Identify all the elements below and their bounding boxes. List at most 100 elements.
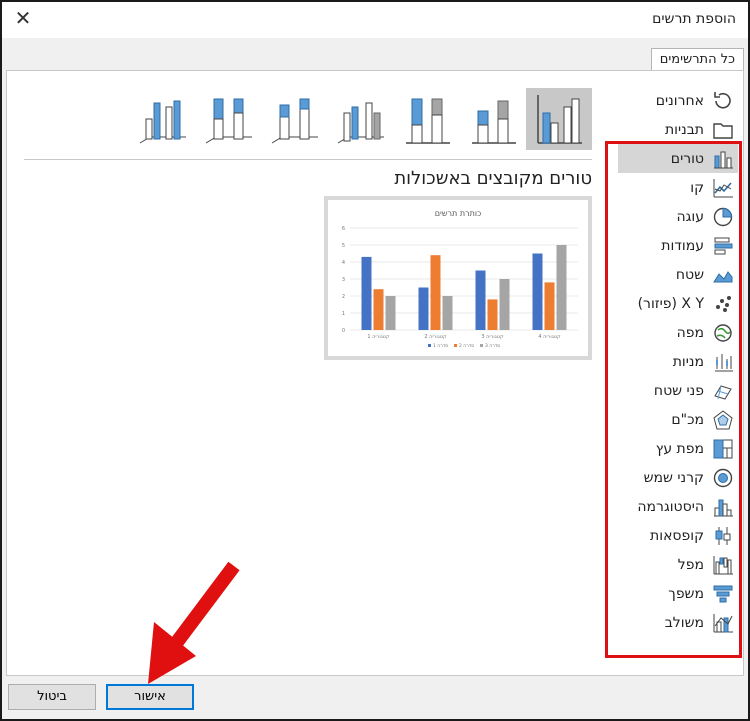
box-whisker-icon	[712, 525, 734, 547]
x-tick-label: קטגוריה 1	[367, 334, 390, 340]
close-icon[interactable]: ✕	[12, 7, 34, 29]
category-item[interactable]: משולב	[618, 608, 738, 637]
legend-label: סדרה 3	[485, 343, 500, 349]
category-item[interactable]: טורים	[618, 144, 738, 173]
category-label: מפת עץ	[655, 440, 704, 457]
preview-bar	[385, 296, 396, 330]
legend-swatch	[454, 344, 457, 347]
x-tick-label: קטגוריה 2	[424, 334, 447, 340]
percent-stacked-column-icon	[406, 98, 450, 144]
preview-bar	[442, 296, 453, 330]
subtype-stacked-column[interactable]	[460, 88, 526, 150]
category-item[interactable]: X Y (פיזור)	[618, 289, 738, 318]
pie-chart-icon	[712, 206, 734, 228]
category-item[interactable]: משפך	[618, 579, 738, 608]
category-item[interactable]: תבניות	[618, 115, 738, 144]
3d-percent-stacked-column-icon	[205, 98, 252, 144]
subtype-3d-100-stacked-column[interactable]	[196, 88, 262, 150]
sunburst-chart-icon	[712, 467, 734, 489]
category-item[interactable]: קופסאות	[618, 521, 738, 550]
column-chart-icon	[712, 148, 734, 170]
legend-swatch	[480, 344, 483, 347]
category-item[interactable]: עמודות	[618, 231, 738, 260]
category-label: אחרונים	[655, 92, 704, 109]
category-label: שטח	[675, 266, 704, 283]
y-tick-label: 5	[342, 243, 345, 249]
category-item[interactable]: מפל	[618, 550, 738, 579]
category-label: קו	[690, 179, 704, 196]
x-tick-label: קטגוריה 4	[538, 334, 561, 340]
scatter-chart-icon	[712, 293, 734, 315]
subtype-gallery	[130, 88, 592, 150]
histogram-chart-icon	[712, 496, 734, 518]
3d-clustered-column-icon	[337, 102, 384, 144]
title-bar: ✕ הוספת תרשים	[2, 2, 748, 38]
subtype-3d-clustered-column[interactable]	[328, 88, 394, 150]
bar-chart-icon	[712, 235, 734, 257]
waterfall-chart-icon	[712, 554, 734, 576]
category-label: קופסאות	[650, 527, 704, 544]
combo-chart-icon	[712, 612, 734, 634]
funnel-chart-icon	[712, 583, 734, 605]
preview-bar	[544, 282, 555, 330]
preview-bar	[418, 287, 429, 330]
subtype-3d-stacked-column[interactable]	[262, 88, 328, 150]
preview-bar	[430, 255, 441, 330]
category-label: מכ"ם	[671, 411, 704, 428]
y-tick-label: 1	[342, 311, 345, 317]
surface-chart-icon	[712, 380, 734, 402]
3d-stacked-column-icon	[271, 98, 318, 144]
preview-bar	[361, 256, 372, 330]
subtype-3d-column[interactable]	[130, 88, 196, 150]
stock-chart-icon	[712, 351, 734, 373]
line-chart-icon	[712, 177, 734, 199]
category-label: טורים	[670, 150, 704, 167]
y-tick-label: 2	[342, 294, 345, 300]
category-item[interactable]: מפה	[618, 318, 738, 347]
y-tick-label: 4	[342, 260, 345, 266]
preview-bar	[475, 270, 486, 330]
category-item[interactable]: קו	[618, 173, 738, 202]
category-label: X Y (פיזור)	[637, 295, 704, 312]
category-label: משולב	[664, 614, 704, 631]
subtype-clustered-column[interactable]	[526, 88, 592, 150]
category-label: מניות	[672, 353, 704, 370]
legend-label: סדרה 1	[433, 343, 448, 349]
preview-chart-title: כותרת תרשים	[435, 209, 482, 218]
cancel-button[interactable]: ביטול	[8, 684, 96, 710]
category-label: פני שטח	[653, 382, 704, 399]
subtype-100-stacked-column[interactable]	[394, 88, 460, 150]
category-item[interactable]: קרני שמש	[618, 463, 738, 492]
area-chart-icon	[712, 264, 734, 286]
chart-preview: כותרת תרשים 0 1 2 3 4 5 6 קטגוריה 1 קטגוריה 2 קט…	[324, 196, 592, 360]
category-item[interactable]: פני שטח	[618, 376, 738, 405]
y-tick-label: 0	[342, 328, 345, 334]
category-label: משפך	[668, 585, 704, 602]
category-item[interactable]: מפת עץ	[618, 434, 738, 463]
tab-all-charts[interactable]: כל התרשימים	[650, 48, 744, 70]
category-item[interactable]: שטח	[618, 260, 738, 289]
category-item[interactable]: עוגה	[618, 202, 738, 231]
map-chart-icon	[712, 322, 734, 344]
3d-column-icon	[139, 100, 186, 144]
category-label: תבניות	[664, 121, 704, 138]
ok-button[interactable]: אישור	[106, 684, 194, 710]
category-label: עוגה	[676, 208, 705, 225]
category-label: קרני שמש	[643, 469, 704, 486]
preview-bar	[499, 279, 510, 330]
category-label: מפה	[676, 324, 704, 341]
category-label: היסטוגרמה	[637, 498, 704, 515]
legend-swatch	[428, 344, 431, 347]
category-item[interactable]: מניות	[618, 347, 738, 376]
recent-icon	[712, 90, 734, 112]
stacked-column-icon	[472, 100, 516, 144]
category-item[interactable]: מכ"ם	[618, 405, 738, 434]
radar-chart-icon	[712, 409, 734, 431]
divider	[24, 159, 592, 160]
subtype-title: טורים מקובצים באשכולות	[394, 168, 592, 189]
clustered-column-icon	[537, 95, 582, 144]
category-item[interactable]: היסטוגרמה	[618, 492, 738, 521]
category-item[interactable]: אחרונים	[618, 86, 738, 115]
category-label: מפל	[677, 556, 704, 573]
preview-bar	[556, 245, 567, 330]
